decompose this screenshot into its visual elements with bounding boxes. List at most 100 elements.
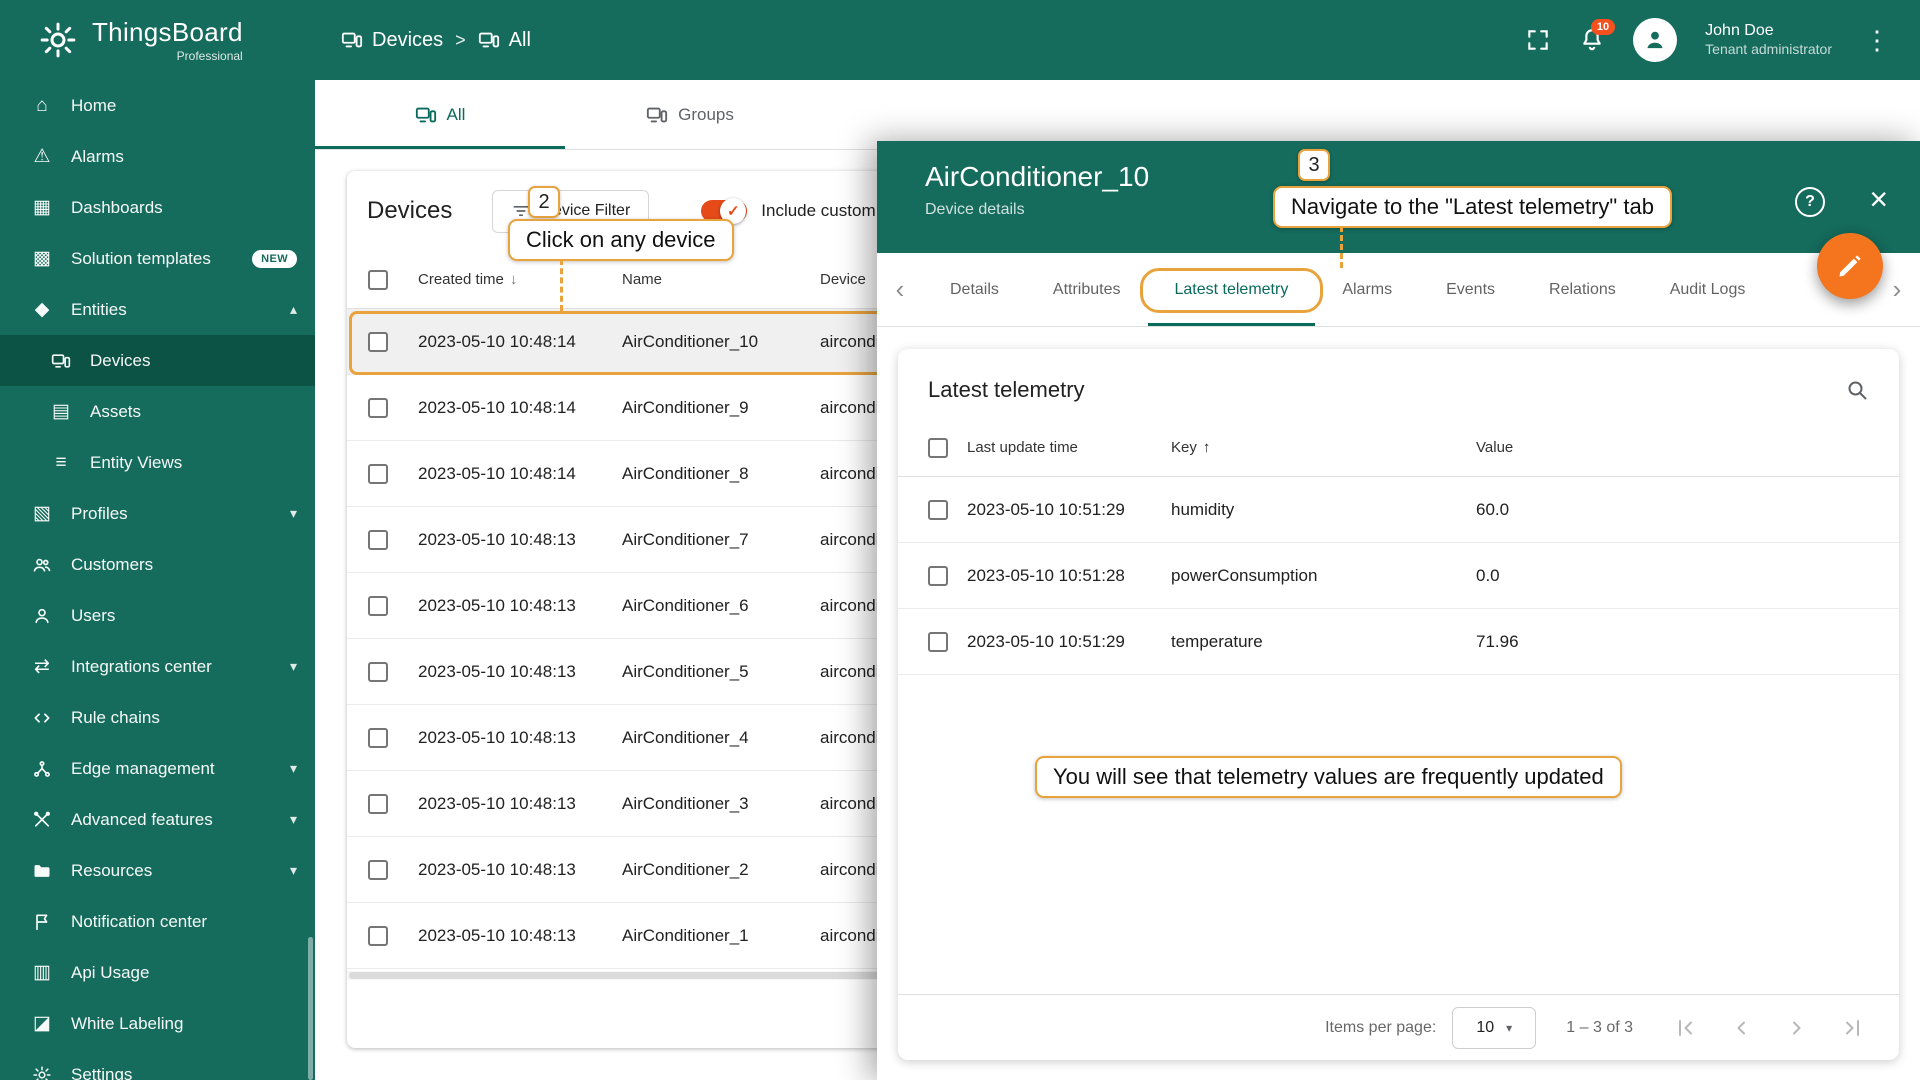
chevron-up-icon: ▴ xyxy=(290,301,297,318)
row-checkbox[interactable] xyxy=(368,332,388,352)
items-per-page-select[interactable]: 10 ▾ xyxy=(1452,1007,1536,1049)
sidebar-item-rule-chains[interactable]: Rule chains xyxy=(0,692,315,743)
cell-created: 2023-05-10 10:48:13 xyxy=(418,794,622,814)
sidebar-item-settings[interactable]: Settings xyxy=(0,1049,315,1080)
breadcrumb-all[interactable]: All xyxy=(478,29,531,52)
sidebar-item-entity-views[interactable]: ≡ Entity Views xyxy=(0,437,315,488)
column-key[interactable]: Key↑ xyxy=(1171,439,1476,456)
sidebar-item-assets[interactable]: ▤ Assets xyxy=(0,386,315,437)
tab-latest-telemetry[interactable]: Latest telemetry xyxy=(1148,253,1316,326)
sidebar-item-home[interactable]: ⌂ Home xyxy=(0,80,315,131)
row-checkbox[interactable] xyxy=(368,926,388,946)
entity-group-tabs: All Groups xyxy=(315,80,1920,150)
previous-page-icon[interactable] xyxy=(1729,1016,1753,1040)
sidebar-item-integrations-center[interactable]: ⇄ Integrations center ▾ xyxy=(0,641,315,692)
row-checkbox[interactable] xyxy=(368,860,388,880)
app-logo[interactable]: ThingsBoard Professional xyxy=(0,17,315,63)
help-button[interactable]: ? xyxy=(1795,187,1825,217)
row-checkbox[interactable] xyxy=(368,794,388,814)
tab-groups-label: Groups xyxy=(678,105,734,125)
topbar-actions: 10 John Doe Tenant administrator ⋮ xyxy=(1525,18,1920,62)
row-checkbox[interactable] xyxy=(368,464,388,484)
profiles-icon: ▧ xyxy=(30,502,54,525)
sidebar-item-white-labeling[interactable]: ◪ White Labeling xyxy=(0,998,315,1049)
sidebar-item-alarms[interactable]: ⚠ Alarms xyxy=(0,131,315,182)
sidebar-item-resources[interactable]: Resources ▾ xyxy=(0,845,315,896)
tabs-scroll-left-icon[interactable]: ‹ xyxy=(877,253,923,326)
next-page-icon[interactable] xyxy=(1785,1016,1809,1040)
chevron-down-icon: ▾ xyxy=(290,811,297,828)
sidebar-item-dashboards[interactable]: ▦ Dashboards xyxy=(0,182,315,233)
tab-details[interactable]: Details xyxy=(923,253,1026,326)
fullscreen-button[interactable] xyxy=(1525,27,1551,53)
tab-all[interactable]: All xyxy=(315,80,565,149)
sidebar-scrollbar[interactable] xyxy=(308,937,313,1080)
chevron-down-icon: ▾ xyxy=(290,760,297,777)
sidebar-item-solution-templates[interactable]: ▩ Solution templates NEW xyxy=(0,233,315,284)
sort-desc-icon: ↓ xyxy=(510,271,518,288)
notifications-button[interactable]: 10 xyxy=(1579,27,1605,53)
cell-created: 2023-05-10 10:48:13 xyxy=(418,596,622,616)
more-menu-button[interactable]: ⋮ xyxy=(1860,25,1894,56)
chevron-down-icon: ▾ xyxy=(290,658,297,675)
tab-alarms[interactable]: Alarms xyxy=(1315,253,1419,326)
sidebar-item-label: Users xyxy=(71,606,115,626)
column-created-time[interactable]: Created time↓ xyxy=(418,271,622,288)
cell-created: 2023-05-10 10:48:13 xyxy=(418,860,622,880)
cell-key: powerConsumption xyxy=(1171,566,1476,586)
row-checkbox[interactable] xyxy=(928,632,948,652)
close-icon[interactable]: × xyxy=(1869,183,1888,215)
telemetry-row[interactable]: 2023-05-10 10:51:29 temperature 71.96 xyxy=(898,609,1899,675)
row-checkbox[interactable] xyxy=(368,662,388,682)
column-name[interactable]: Name xyxy=(622,271,820,288)
sidebar-item-api-usage[interactable]: ▥ Api Usage xyxy=(0,947,315,998)
row-checkbox[interactable] xyxy=(368,596,388,616)
user-avatar[interactable] xyxy=(1633,18,1677,62)
breadcrumb-devices[interactable]: Devices xyxy=(341,29,443,52)
sidebar-item-entities[interactable]: ◆ Entities ▴ xyxy=(0,284,315,335)
tab-relations[interactable]: Relations xyxy=(1522,253,1643,326)
user-role: Tenant administrator xyxy=(1705,41,1832,59)
tab-audit-logs[interactable]: Audit Logs xyxy=(1643,253,1773,326)
row-checkbox[interactable] xyxy=(368,398,388,418)
include-customers-toggle[interactable]: ✓ xyxy=(701,200,747,222)
sidebar-item-label: Rule chains xyxy=(71,708,160,728)
logo-title: ThingsBoard xyxy=(92,17,243,48)
sidebar-item-advanced-features[interactable]: Advanced features ▾ xyxy=(0,794,315,845)
tab-groups[interactable]: Groups xyxy=(565,80,815,149)
fullscreen-icon xyxy=(1525,27,1551,53)
first-page-icon[interactable] xyxy=(1673,1016,1697,1040)
row-checkbox[interactable] xyxy=(368,530,388,550)
search-icon[interactable] xyxy=(1845,378,1869,402)
entity-views-icon: ≡ xyxy=(49,452,73,474)
entities-icon: ◆ xyxy=(30,298,54,321)
edit-fab-button[interactable] xyxy=(1817,233,1883,299)
devices-icon xyxy=(341,29,363,51)
column-value[interactable]: Value xyxy=(1476,439,1899,456)
sidebar-item-profiles[interactable]: ▧ Profiles ▾ xyxy=(0,488,315,539)
device-filter-button[interactable]: Device Filter xyxy=(492,190,649,233)
tab-events[interactable]: Events xyxy=(1419,253,1522,326)
sidebar-item-edge-management[interactable]: Edge management ▾ xyxy=(0,743,315,794)
sidebar-item-label: Advanced features xyxy=(71,810,213,830)
select-all-checkbox[interactable] xyxy=(928,438,948,458)
column-last-update-time[interactable]: Last update time xyxy=(967,439,1171,456)
sidebar-item-users[interactable]: Users xyxy=(0,590,315,641)
cell-name: AirConditioner_2 xyxy=(622,860,820,880)
cell-name: AirConditioner_3 xyxy=(622,794,820,814)
tab-attributes[interactable]: Attributes xyxy=(1026,253,1148,326)
select-all-checkbox[interactable] xyxy=(368,270,388,290)
sidebar-item-devices[interactable]: Devices xyxy=(0,335,315,386)
telemetry-row[interactable]: 2023-05-10 10:51:28 powerConsumption 0.0 xyxy=(898,543,1899,609)
sidebar-item-label: Api Usage xyxy=(71,963,149,983)
home-icon: ⌂ xyxy=(30,95,54,117)
telemetry-row[interactable]: 2023-05-10 10:51:29 humidity 60.0 xyxy=(898,477,1899,543)
sidebar-item-notification-center[interactable]: Notification center xyxy=(0,896,315,947)
breadcrumb-devices-label: Devices xyxy=(372,29,443,52)
row-checkbox[interactable] xyxy=(928,566,948,586)
last-page-icon[interactable] xyxy=(1841,1016,1865,1040)
sidebar-item-label: Customers xyxy=(71,555,153,575)
sidebar-item-customers[interactable]: Customers xyxy=(0,539,315,590)
row-checkbox[interactable] xyxy=(368,728,388,748)
row-checkbox[interactable] xyxy=(928,500,948,520)
